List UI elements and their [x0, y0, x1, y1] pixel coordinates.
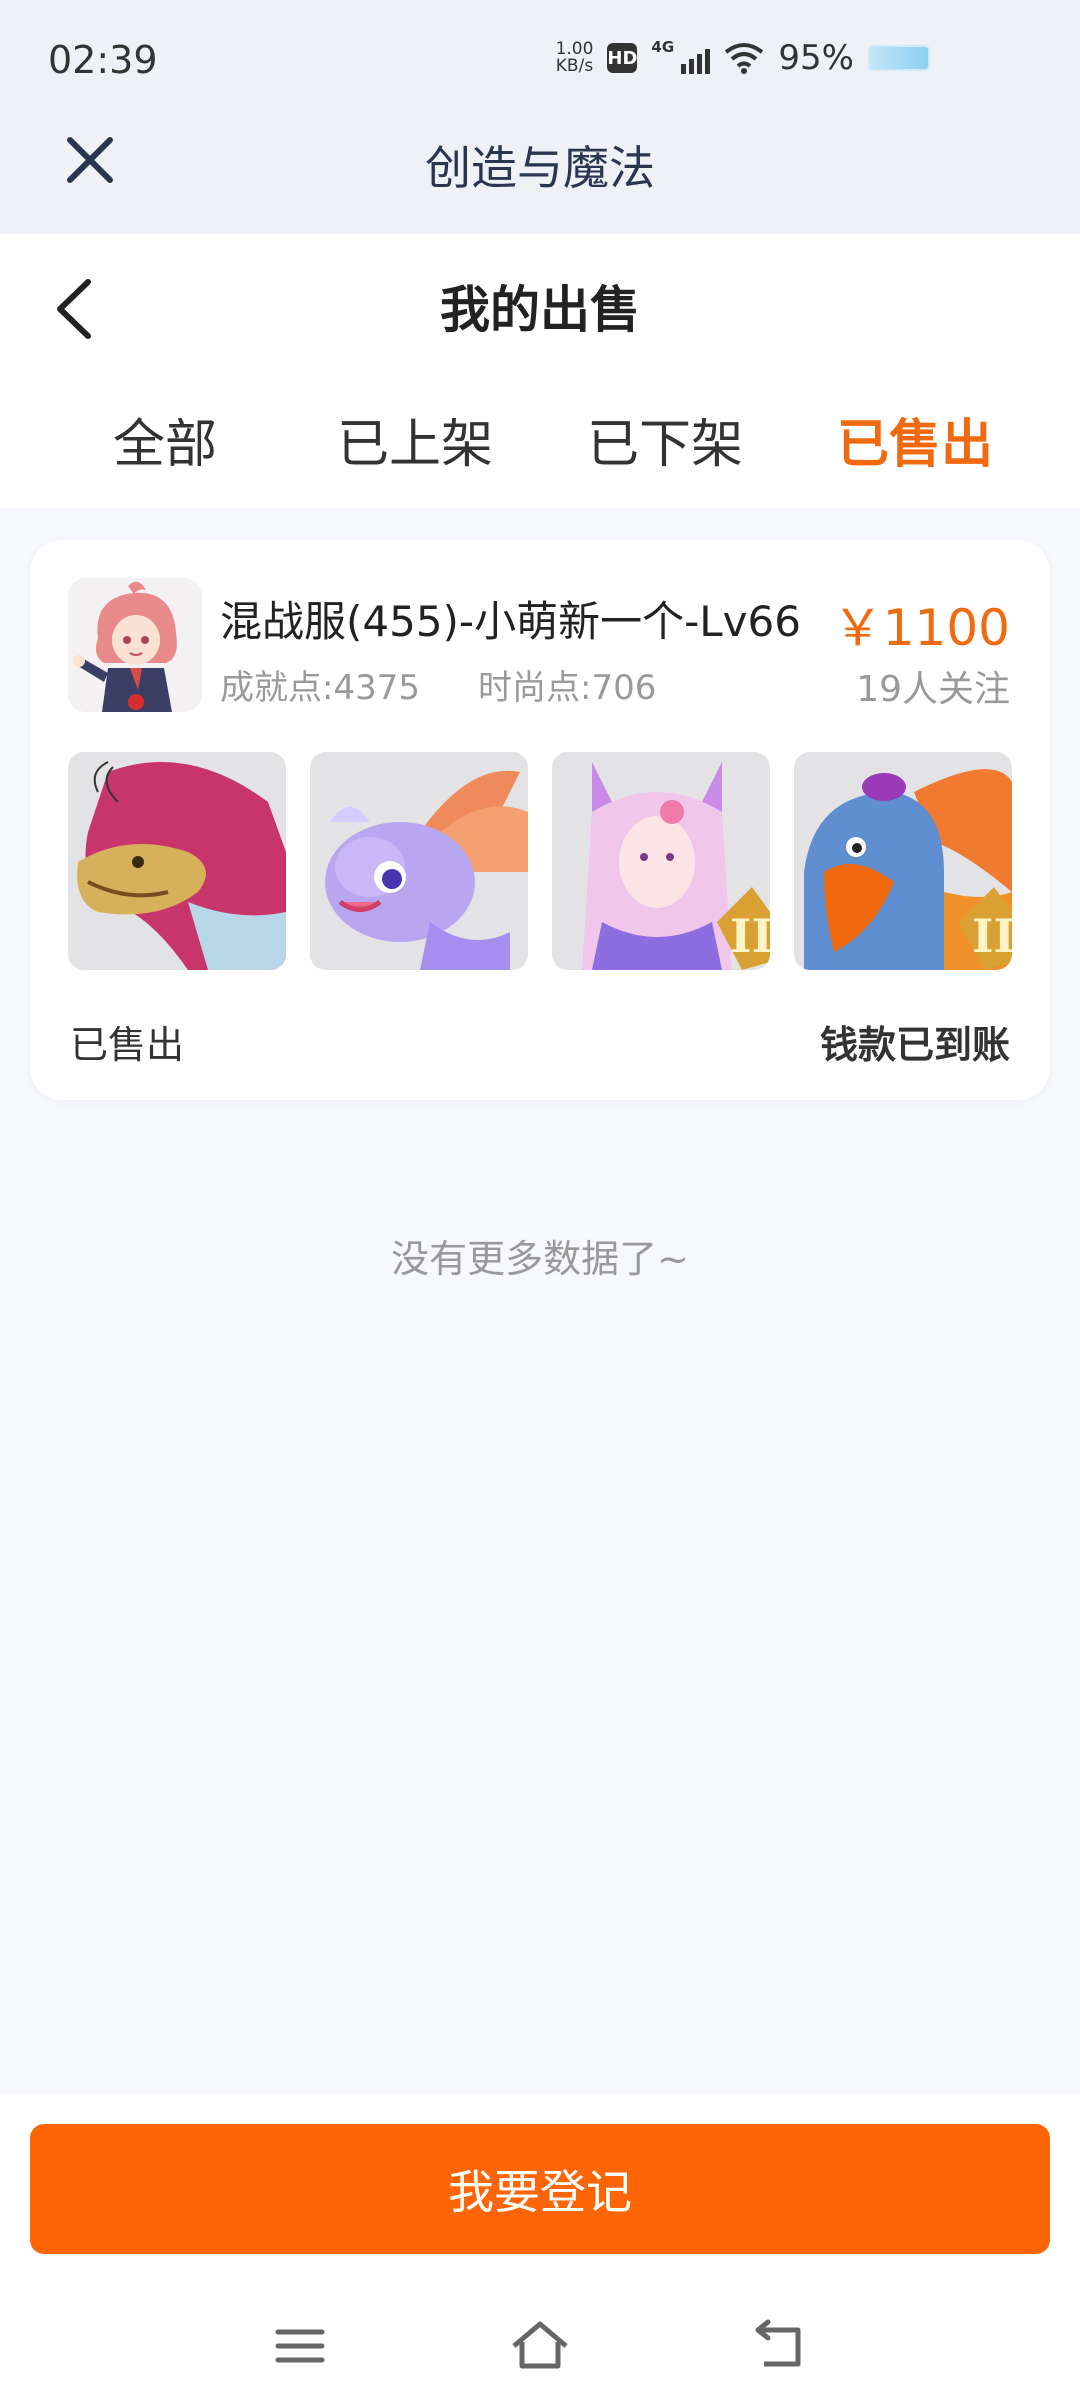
cellular-signal-icon: 4G: [651, 38, 711, 74]
tab-bar: 全部 已上架 已下架 已售出: [0, 402, 1080, 482]
fox-spirit-image[interactable]: II: [552, 752, 770, 970]
webview-header: 创造与魔法: [0, 110, 1080, 234]
status-icons: 1.00 KB/s HD 4G 95%: [556, 38, 930, 78]
register-button[interactable]: 我要登记: [30, 2124, 1050, 2254]
dragon-mount-image[interactable]: [68, 752, 286, 970]
hd-icon: HD: [607, 43, 637, 73]
menu-icon[interactable]: [270, 2316, 330, 2376]
eagle-mount-image[interactable]: II: [794, 752, 1012, 970]
tab-unlisted[interactable]: 已下架: [565, 402, 765, 477]
listing-stats: 成就点:4375 时尚点:706: [220, 660, 656, 709]
net-speed: 1.00 KB/s: [556, 41, 594, 75]
follower-count: 19人关注: [856, 669, 1010, 710]
payment-status: 钱款已到账: [819, 1023, 1010, 1067]
home-icon[interactable]: [510, 2316, 570, 2376]
page-header: 我的出售 全部 已上架 已下架 已售出: [0, 234, 1080, 508]
fashion-points: 时尚点:706: [477, 668, 657, 708]
status-time: 02:39: [48, 38, 158, 82]
net-speed-unit: KB/s: [555, 56, 594, 76]
top-area: 02:39 1.00 KB/s HD 4G 95% 创造与魔法: [0, 0, 1080, 234]
listing-price: ￥1100: [832, 599, 1010, 657]
purple-dragon-pet-image[interactable]: [310, 752, 528, 970]
status-bar: 02:39 1.00 KB/s HD 4G 95%: [0, 0, 1080, 110]
svg-text:II: II: [730, 909, 770, 963]
battery-icon: [868, 45, 930, 71]
wifi-icon: [725, 43, 764, 74]
sold-item-card[interactable]: 混战服(455)-小萌新一个-Lv66 成就点:4375 时尚点:706 ￥110…: [30, 540, 1050, 1100]
system-nav-bar: [0, 2284, 1080, 2404]
character-avatar: [68, 578, 202, 712]
page-title: 我的出售: [440, 281, 640, 339]
back-icon[interactable]: [750, 2316, 810, 2376]
tab-listed[interactable]: 已上架: [315, 402, 515, 477]
webview-title: 创造与魔法: [425, 141, 655, 195]
network-type: 4G: [651, 38, 675, 56]
tab-sold[interactable]: 已售出: [815, 402, 1015, 477]
listing-title: 混战服(455)-小萌新一个-Lv66: [220, 597, 801, 646]
bottom-area: 我要登记: [0, 2094, 1080, 2408]
sold-status: 已售出: [70, 1023, 185, 1067]
thumbnail-row: II II: [68, 752, 1012, 972]
svg-text:II: II: [972, 909, 1012, 963]
battery-percent: 95%: [778, 38, 854, 78]
no-more-data-text: 没有更多数据了~: [391, 1237, 689, 1281]
achievement-points: 成就点:4375: [220, 668, 420, 708]
tab-all[interactable]: 全部: [65, 402, 265, 477]
